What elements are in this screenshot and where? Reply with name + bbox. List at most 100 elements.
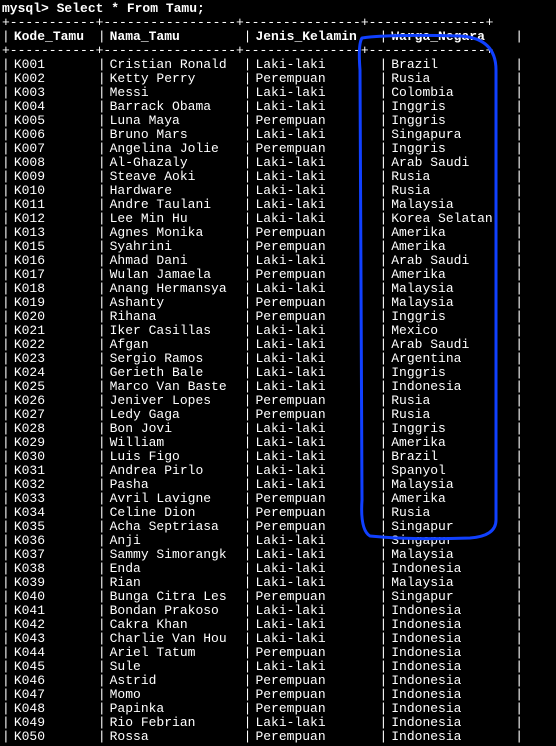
table-row: |K006|Bruno Mars|Laki-laki|Singapura|	[2, 128, 556, 142]
table-row: |K032|Pasha|Laki-laki|Malaysia|	[2, 478, 556, 492]
cell-jenis-kelamin: Laki-laki	[251, 128, 379, 142]
bar-icon: |	[98, 352, 106, 366]
bar-icon: |	[244, 492, 252, 506]
table-row: |K039|Rian|Laki-laki|Malaysia|	[2, 576, 556, 590]
bar-icon: |	[515, 618, 523, 632]
cell-nama: Sammy Simorangk	[106, 548, 244, 562]
bar-icon: |	[98, 142, 106, 156]
bar-icon: |	[515, 730, 523, 744]
bar-icon: |	[515, 492, 523, 506]
cell-nama: Pasha	[106, 478, 244, 492]
cell-kode: K043	[10, 632, 98, 646]
bar-icon: |	[98, 422, 106, 436]
bar-icon: |	[379, 604, 387, 618]
bar-icon: |	[98, 282, 106, 296]
bar-icon: |	[379, 338, 387, 352]
cell-jenis-kelamin: Laki-laki	[251, 380, 379, 394]
bar-icon: |	[244, 506, 252, 520]
bar-icon: |	[98, 198, 106, 212]
table-row: |K012|Lee Min Hu|Laki-laki|Korea Selatan…	[2, 212, 556, 226]
bar-icon: |	[379, 674, 387, 688]
bar-icon: |	[2, 240, 10, 254]
cell-nama: Enda	[106, 562, 244, 576]
bar-icon: |	[244, 212, 252, 226]
cell-nama: Bon Jovi	[106, 422, 244, 436]
cell-warga-negara: Amerika	[387, 240, 515, 254]
bar-icon: |	[515, 576, 523, 590]
bar-icon: |	[515, 632, 523, 646]
cell-nama: Gerieth Bale	[106, 366, 244, 380]
table-row: |K049|Rio Febrian|Laki-laki|Indonesia|	[2, 716, 556, 730]
bar-icon: |	[98, 100, 106, 114]
cell-jenis-kelamin: Perempuan	[251, 408, 379, 422]
cell-warga-negara: Indonesia	[387, 646, 515, 660]
cell-warga-negara: Singapur	[387, 520, 515, 534]
sql-prompt[interactable]: mysql> Select * From Tamu;	[2, 2, 556, 16]
cell-warga-negara: Inggris	[387, 114, 515, 128]
cell-warga-negara: Indonesia	[387, 716, 515, 730]
cell-kode: K013	[10, 226, 98, 240]
bar-icon: |	[515, 604, 523, 618]
table-row: |K015|Syahrini|Perempuan|Amerika|	[2, 240, 556, 254]
cell-kode: K017	[10, 268, 98, 282]
cell-kode: K009	[10, 170, 98, 184]
bar-icon: |	[244, 702, 252, 716]
bar-icon: |	[98, 226, 106, 240]
cell-jenis-kelamin: Perempuan	[251, 520, 379, 534]
table-row: |K001|Cristian Ronald|Laki-laki|Brazil|	[2, 58, 556, 72]
cell-kode: K005	[10, 114, 98, 128]
cell-kode: K016	[10, 254, 98, 268]
bar-icon: |	[98, 660, 106, 674]
bar-icon: |	[98, 268, 106, 282]
bar-icon: |	[515, 240, 523, 254]
bar-icon: |	[244, 436, 252, 450]
bar-icon: |	[2, 604, 10, 618]
bar-icon: |	[98, 716, 106, 730]
cell-kode: K048	[10, 702, 98, 716]
cell-warga-negara: Rusia	[387, 72, 515, 86]
table-row: |K037|Sammy Simorangk|Laki-laki|Malaysia…	[2, 548, 556, 562]
table-row: |K034|Celine Dion|Perempuan|Rusia|	[2, 506, 556, 520]
bar-icon: |	[98, 548, 106, 562]
cell-warga-negara: Indonesia	[387, 618, 515, 632]
cell-warga-negara: Rusia	[387, 506, 515, 520]
bar-icon: |	[2, 128, 10, 142]
bar-icon: |	[515, 324, 523, 338]
table-row: |K028|Bon Jovi|Laki-laki|Inggris|	[2, 422, 556, 436]
cell-warga-negara: Singapur	[387, 534, 515, 548]
table-row: |K011|Andre Taulani|Laki-laki|Malaysia|	[2, 198, 556, 212]
bar-icon: |	[379, 352, 387, 366]
cell-nama: Anang Hermansya	[106, 282, 244, 296]
table-row: |K005|Luna Maya|Perempuan|Inggris|	[2, 114, 556, 128]
cell-warga-negara: Amerika	[387, 492, 515, 506]
bar-icon: |	[244, 324, 252, 338]
bar-icon: |	[2, 436, 10, 450]
cell-nama: Messi	[106, 86, 244, 100]
cell-kode: K004	[10, 100, 98, 114]
bar-icon: |	[2, 730, 10, 744]
cell-warga-negara: Malaysia	[387, 576, 515, 590]
table-row: |K050|Rossa|Perempuan|Indonesia|	[2, 730, 556, 744]
cell-warga-negara: Indonesia	[387, 730, 515, 744]
bar-icon: |	[244, 268, 252, 282]
cell-jenis-kelamin: Laki-laki	[251, 184, 379, 198]
cell-nama: Celine Dion	[106, 506, 244, 520]
bar-icon: |	[515, 254, 523, 268]
bar-icon: |	[515, 296, 523, 310]
bar-icon: |	[2, 86, 10, 100]
bar-icon: |	[2, 408, 10, 422]
cell-kode: K047	[10, 688, 98, 702]
table-row: |K009|Steave Aoki|Laki-laki|Rusia|	[2, 170, 556, 184]
table-row: |K033|Avril Lavigne|Perempuan|Amerika|	[2, 492, 556, 506]
cell-nama: Barrack Obama	[106, 100, 244, 114]
cell-jenis-kelamin: Laki-laki	[251, 604, 379, 618]
cell-jenis-kelamin: Laki-laki	[251, 716, 379, 730]
cell-kode: K029	[10, 436, 98, 450]
table-row: |K035|Acha Septriasa|Perempuan|Singapur|	[2, 520, 556, 534]
bar-icon: |	[2, 450, 10, 464]
cell-jenis-kelamin: Laki-laki	[251, 86, 379, 100]
bar-icon: |	[379, 254, 387, 268]
cell-kode: K027	[10, 408, 98, 422]
cell-jenis-kelamin: Perempuan	[251, 72, 379, 86]
table-row: |K007|Angelina Jolie|Perempuan|Inggris|	[2, 142, 556, 156]
